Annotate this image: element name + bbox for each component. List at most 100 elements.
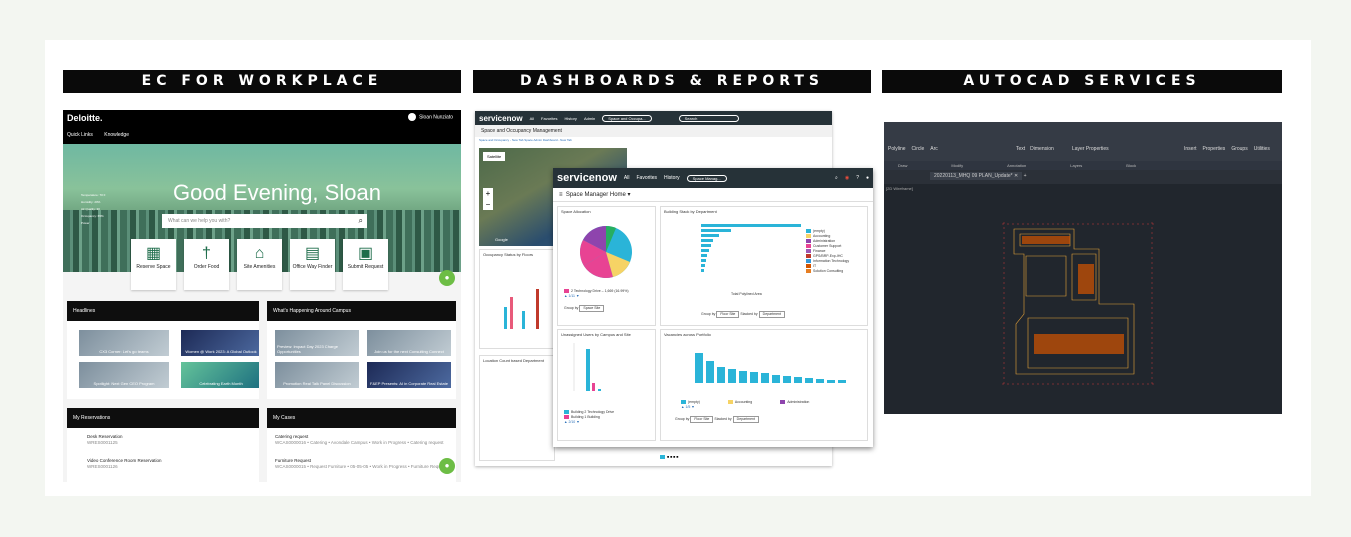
panel-layers[interactable]: Layers — [1070, 163, 1082, 168]
menu-favorites[interactable]: Favorites — [636, 175, 657, 181]
legend-entry: Building 2 Technology Drive — [571, 410, 615, 414]
headline-item[interactable]: CX3 Corner: Let's go teams — [79, 330, 169, 356]
ribbon-text[interactable]: Text — [1016, 146, 1025, 152]
tile-office-way-finder[interactable]: ▤ Office Way Finder — [290, 239, 335, 290]
menu-all[interactable]: All — [624, 175, 630, 181]
chart-bar — [717, 367, 725, 383]
chat-icon[interactable]: ● — [439, 270, 455, 286]
nav-knowledge[interactable]: Knowledge — [104, 132, 129, 138]
tile-order-food[interactable]: † Order Food — [184, 239, 229, 290]
occupancy-status-widget: Occupancy Status by Floors — [479, 249, 555, 349]
building-icon: ⌂ — [254, 245, 265, 262]
list-item[interactable]: Catering request WCAS0000016 • Catering •… — [267, 428, 456, 452]
help-icon[interactable]: ? — [856, 175, 859, 181]
campus-item[interactable]: Join us for the next Consulting Connect — [367, 330, 451, 356]
campus-title: What's Happening Around Campus — [267, 301, 456, 321]
section-title-dashboards: DASHBOARDS & REPORTS — [473, 70, 871, 93]
workspace-pill[interactable]: Space Manag... — [686, 174, 727, 182]
headline-item[interactable]: Women @ Work 2023: A Global Outlook — [181, 330, 259, 356]
search-input[interactable]: What can we help you with? ⌕ — [162, 214, 367, 228]
chart-bar — [536, 289, 539, 329]
campus-item[interactable]: Preview: Impact Day 2023 Charge Opportun… — [275, 330, 359, 356]
deloitte-logo[interactable]: Deloitte. — [67, 113, 103, 123]
greeting: Good Evening, Sloan — [173, 180, 381, 205]
chart-bar — [739, 371, 747, 383]
group-by-select[interactable]: Floor Site — [716, 311, 740, 318]
dashboard-legend-strip: ■ ■ ■ ■ — [660, 455, 678, 460]
panel-modify[interactable]: Modify — [951, 163, 963, 168]
ribbon-circle[interactable]: Circle — [912, 146, 925, 152]
drawing-tab[interactable]: 20220113_MHQ 09 PLAN_Update* ✕ — [930, 172, 1023, 180]
cases-panel: My Cases Catering request WCAS0000016 • C… — [267, 408, 456, 482]
group-by-select[interactable]: Space Site — [579, 305, 605, 312]
section-title-autocad: AUTOCAD SERVICES — [882, 70, 1282, 93]
list-item[interactable]: Furniture Request WCAS0000015 • Request F… — [267, 452, 456, 476]
building-stack-title: Building Stack by Department — [664, 209, 717, 214]
ribbon-utilities[interactable]: Utilities — [1254, 146, 1270, 152]
page-title: Space Manager Home — [565, 192, 626, 198]
campus-item[interactable]: Promotion Real Talk Panel Discussion — [275, 362, 359, 388]
search-placeholder: What can we help you with? — [168, 218, 231, 224]
tile-reserve-space[interactable]: ▦ Reserve Space — [131, 239, 176, 290]
campus-item[interactable]: F&EP Presents: AI in Corporate Real Esta… — [367, 362, 451, 388]
viewport-label[interactable]: [2D Wireframe] — [884, 184, 1282, 193]
search-icon[interactable]: ⌕ — [835, 175, 838, 181]
ribbon-arc[interactable]: Arc — [930, 146, 938, 152]
ribbon-panel-labels: Draw Modify Annotation Layers Block — [884, 161, 1282, 170]
user-menu[interactable]: Sloan Nunziato — [408, 113, 453, 121]
group-by-select[interactable]: Floor Site — [690, 416, 714, 423]
panel-annotation[interactable]: Annotation — [1007, 163, 1026, 168]
panel-draw[interactable]: Draw — [898, 163, 907, 168]
x-axis-label: Total Polylined Area — [731, 292, 762, 296]
menu-admin[interactable]: Admin — [584, 116, 595, 121]
unassigned-users-widget: Unassigned Users by Campus and Site Buil… — [557, 329, 656, 441]
notification-icon[interactable]: ◉ — [845, 175, 849, 181]
map-type-selector[interactable]: Satellite — [483, 152, 506, 161]
avatar[interactable]: ● — [866, 175, 869, 181]
pager[interactable]: ▲ 2/10 ▼ — [558, 420, 655, 425]
chat-icon[interactable]: ● — [439, 458, 455, 474]
list-item[interactable]: Video Conference Room Reservation WRES000… — [67, 452, 259, 476]
servicenow-logo[interactable]: servicenow — [479, 114, 523, 123]
menu-history[interactable]: History — [664, 175, 680, 181]
unassigned-users-chart — [573, 343, 601, 391]
ribbon-properties[interactable]: Properties — [1203, 146, 1226, 152]
ribbon-insert[interactable]: Insert — [1184, 146, 1197, 152]
ribbon-dimension[interactable]: Dimension — [1030, 146, 1054, 152]
ribbon-layer-properties[interactable]: Layer Properties — [1072, 146, 1109, 152]
servicenow-logo[interactable]: servicenow — [557, 172, 617, 184]
stacked-by-select[interactable]: Department — [758, 311, 785, 318]
tile-submit-request[interactable]: ▣ Submit Request — [343, 239, 388, 290]
menu-all[interactable]: All — [530, 116, 534, 121]
search-icon[interactable]: ⌕ — [359, 216, 363, 226]
panel-block[interactable]: Block — [1126, 163, 1136, 168]
global-search-input[interactable]: Search — [678, 114, 739, 122]
headlines-title: Headlines — [67, 301, 259, 321]
chart-bar — [838, 380, 846, 383]
avatar[interactable] — [408, 113, 417, 121]
chart-bar — [783, 376, 791, 383]
briefcase-icon: ▣ — [357, 245, 374, 262]
chart-bar — [592, 383, 595, 391]
menu-favorites[interactable]: Favorites — [541, 116, 557, 121]
headline-item[interactable]: Spotlight: Next Gen CEO Program — [79, 362, 169, 388]
chart-bar — [750, 372, 758, 383]
nav-quick-links[interactable]: Quick Links — [67, 132, 93, 138]
campus-panel: What's Happening Around Campus Preview: … — [267, 301, 456, 399]
portal-nav: Quick Links Knowledge — [63, 126, 461, 144]
dashboard-tabs[interactable]: Space and Occupancy - New Tab Space Admi… — [475, 137, 832, 143]
list-item[interactable]: Desk Reservation WRES0001125 — [67, 428, 259, 452]
menu-history[interactable]: History — [564, 116, 576, 121]
workspace-pill[interactable]: Space and Occupa... — [602, 114, 652, 122]
ribbon-groups[interactable]: Groups — [1231, 146, 1247, 152]
chart-bar — [816, 379, 824, 383]
new-tab-button[interactable]: + — [1024, 173, 1027, 179]
ribbon-polyline[interactable]: Polyline — [888, 146, 906, 152]
stacked-by-select[interactable]: Department — [732, 416, 759, 423]
headline-item[interactable]: Celebrating Earth Month — [181, 362, 259, 388]
tile-site-amenities[interactable]: ⌂ Site Amenities — [237, 239, 282, 290]
zoom-control[interactable]: + − — [483, 188, 493, 210]
cases-title: My Cases — [267, 408, 456, 428]
chart-bar — [701, 244, 711, 247]
user-name: Sloan Nunziato — [419, 114, 453, 121]
